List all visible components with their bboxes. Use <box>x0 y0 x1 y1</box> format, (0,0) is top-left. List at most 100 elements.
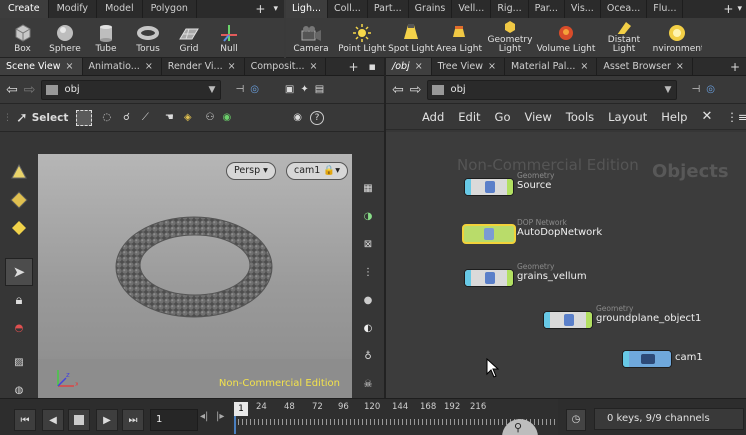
chevron-down-icon[interactable]: ▼ <box>209 85 216 95</box>
menu-edit[interactable]: Edit <box>458 110 480 124</box>
snap-tool-icon[interactable]: ◉ <box>222 112 231 123</box>
node-body[interactable] <box>622 350 672 368</box>
camera-tool-button[interactable]: Camera <box>286 18 336 57</box>
close-icon[interactable]: × <box>228 58 236 75</box>
tab-tree-view[interactable]: Tree View × <box>432 58 505 75</box>
frame-marker[interactable]: 1 <box>234 402 248 416</box>
node-body[interactable] <box>543 311 593 329</box>
step-forward-icon[interactable]: |▸ <box>216 411 224 422</box>
light-options-button[interactable]: ♁ <box>354 342 382 370</box>
torus-tool-button[interactable]: Torus <box>127 18 169 57</box>
back-arrow-icon[interactable]: ⇦ <box>6 82 18 98</box>
pane-menu-icon[interactable]: ▪ <box>369 60 376 73</box>
network-editor[interactable]: Non-Commercial Edition Objects Geometry … <box>386 132 746 398</box>
tab-obj[interactable]: /obj × <box>386 58 432 75</box>
tab-render-view[interactable]: Render Vi... × <box>162 58 245 75</box>
tab-material-palette[interactable]: Material Pal... × <box>505 58 598 75</box>
render-region-button[interactable]: ▨ <box>5 348 33 376</box>
shading-sphere-button[interactable]: ● <box>354 286 382 314</box>
forward-arrow-icon[interactable]: ⇨ <box>24 82 36 98</box>
shelf-tab-lights[interactable]: Ligh... <box>286 0 329 18</box>
lock-camera-button[interactable]: ⊠ <box>354 230 382 258</box>
node-name[interactable]: AutoDopNetwork <box>517 227 602 238</box>
tab-scene-view[interactable]: Scene View × <box>0 58 83 75</box>
wrench-icon[interactable]: ✕ <box>701 109 712 124</box>
help-icon[interactable]: ? <box>309 110 324 125</box>
area-light-tool-button[interactable]: Area Light <box>434 18 484 57</box>
add-tab-icon[interactable]: + <box>348 60 358 74</box>
shelf-tab-modify[interactable]: Modify <box>49 0 98 18</box>
link-icon[interactable]: ◎ <box>250 84 259 95</box>
network-path-field[interactable]: obj ▼ <box>427 79 678 100</box>
environment-light-tool-button[interactable]: Environment Light <box>652 18 702 57</box>
brush-select-icon[interactable]: ☌ <box>123 112 130 123</box>
play-button[interactable]: ▶ <box>96 409 118 431</box>
chevron-down-icon[interactable]: ▼ <box>665 85 672 95</box>
pose-tool-icon[interactable]: ☚ <box>165 112 174 123</box>
group-tool-icon[interactable]: ⚇ <box>206 112 215 123</box>
display-options-icon[interactable]: ▣ <box>285 84 294 95</box>
scene-path-field[interactable]: obj ▼ <box>41 79 222 100</box>
menu-add[interactable]: Add <box>422 110 444 124</box>
shelf-tab-oceans[interactable]: Ocea... <box>601 0 648 18</box>
close-icon[interactable]: × <box>415 58 423 75</box>
display-grid-button[interactable]: ▦ <box>354 174 382 202</box>
tube-tool-button[interactable]: Tube <box>85 18 127 57</box>
visibility-eye-icon[interactable]: ◉ <box>293 112 302 123</box>
paint-tool-icon[interactable]: ◈ <box>184 112 192 123</box>
timeline-bar[interactable]: 1 24 48 72 96 120 144 168 192 216 ⚲ <box>232 399 558 435</box>
shelf-tab-particles[interactable]: Part... <box>368 0 409 18</box>
node-grains-vellum[interactable]: Geometry grains_vellum <box>464 262 587 287</box>
current-frame-field[interactable]: 1 <box>150 409 198 431</box>
shelf-menu-icon[interactable]: ▾ <box>273 4 278 14</box>
node-name[interactable]: grains_vellum <box>517 271 587 282</box>
shelf-tab-fluids[interactable]: Flu... <box>647 0 684 18</box>
close-icon[interactable]: × <box>310 58 318 75</box>
node-name[interactable]: groundplane_object1 <box>596 313 701 324</box>
tab-asset-browser[interactable]: Asset Browser × <box>597 58 693 75</box>
grid-tool-button[interactable]: Grid <box>169 18 209 57</box>
box-select-icon[interactable] <box>76 109 93 126</box>
playhead[interactable] <box>234 416 236 434</box>
lasso-select-icon[interactable]: ◌ <box>102 112 111 123</box>
shelf-tab-vellum[interactable]: Vell... <box>452 0 492 18</box>
geometry-light-tool-button[interactable]: Geometry Light <box>484 18 536 57</box>
move-tool-button[interactable] <box>5 186 33 214</box>
select-label[interactable]: Select <box>32 112 69 124</box>
jump-end-button[interactable]: ⏭ <box>122 409 144 431</box>
network-options-icon[interactable]: ⋮≡ <box>726 110 746 124</box>
headlight-button[interactable]: ◐ <box>354 314 382 342</box>
add-shelf-icon[interactable]: + <box>255 2 265 16</box>
lighting-icon[interactable]: ✦ <box>300 84 308 95</box>
shelf-tab-model[interactable]: Model <box>97 0 143 18</box>
node-name[interactable]: Source <box>517 180 551 191</box>
node-autodopnetwork[interactable]: DOP Network AutoDopNetwork <box>462 218 602 244</box>
pin-icon[interactable]: ⊣ <box>691 84 700 95</box>
select-arrow-icon[interactable]: ➚ <box>16 110 28 126</box>
laser-select-icon[interactable]: ⟋ <box>142 112 149 123</box>
node-name[interactable]: cam1 <box>675 352 703 363</box>
back-arrow-icon[interactable]: ⇦ <box>392 82 404 98</box>
shading-icon[interactable]: ▤ <box>315 84 324 95</box>
play-reverse-button[interactable]: ◀ <box>42 409 64 431</box>
close-icon[interactable]: × <box>580 58 588 75</box>
sphere-tool-button[interactable]: Sphere <box>45 18 85 57</box>
realtime-toggle-button[interactable]: ◷ <box>566 409 586 431</box>
shelf-tab-create[interactable]: Create <box>0 0 49 18</box>
node-body[interactable] <box>464 269 514 287</box>
node-source[interactable]: Geometry Source <box>464 171 554 196</box>
3d-viewport[interactable]: Persp ▾ cam1 🔒▾ x z Non-Commercial Editi… <box>38 154 352 398</box>
shelf-tab-collisions[interactable]: Coll... <box>328 0 368 18</box>
shelf-tab-grains[interactable]: Grains <box>409 0 453 18</box>
shelf-tab-rigid[interactable]: Rig... <box>491 0 529 18</box>
node-cam1[interactable]: cam1 <box>622 350 703 368</box>
handle-tool-button[interactable] <box>5 158 33 186</box>
add-shelf-icon-right[interactable]: + <box>723 2 733 16</box>
node-body[interactable] <box>464 178 514 196</box>
spot-light-tool-button[interactable]: Spot Light <box>388 18 434 57</box>
node-body[interactable] <box>462 224 516 244</box>
point-light-tool-button[interactable]: Point Light <box>336 18 388 57</box>
shelf-tab-viscous[interactable]: Vis... <box>565 0 601 18</box>
volume-light-tool-button[interactable]: Volume Light <box>536 18 596 57</box>
distant-light-tool-button[interactable]: Distant Light <box>596 18 652 57</box>
